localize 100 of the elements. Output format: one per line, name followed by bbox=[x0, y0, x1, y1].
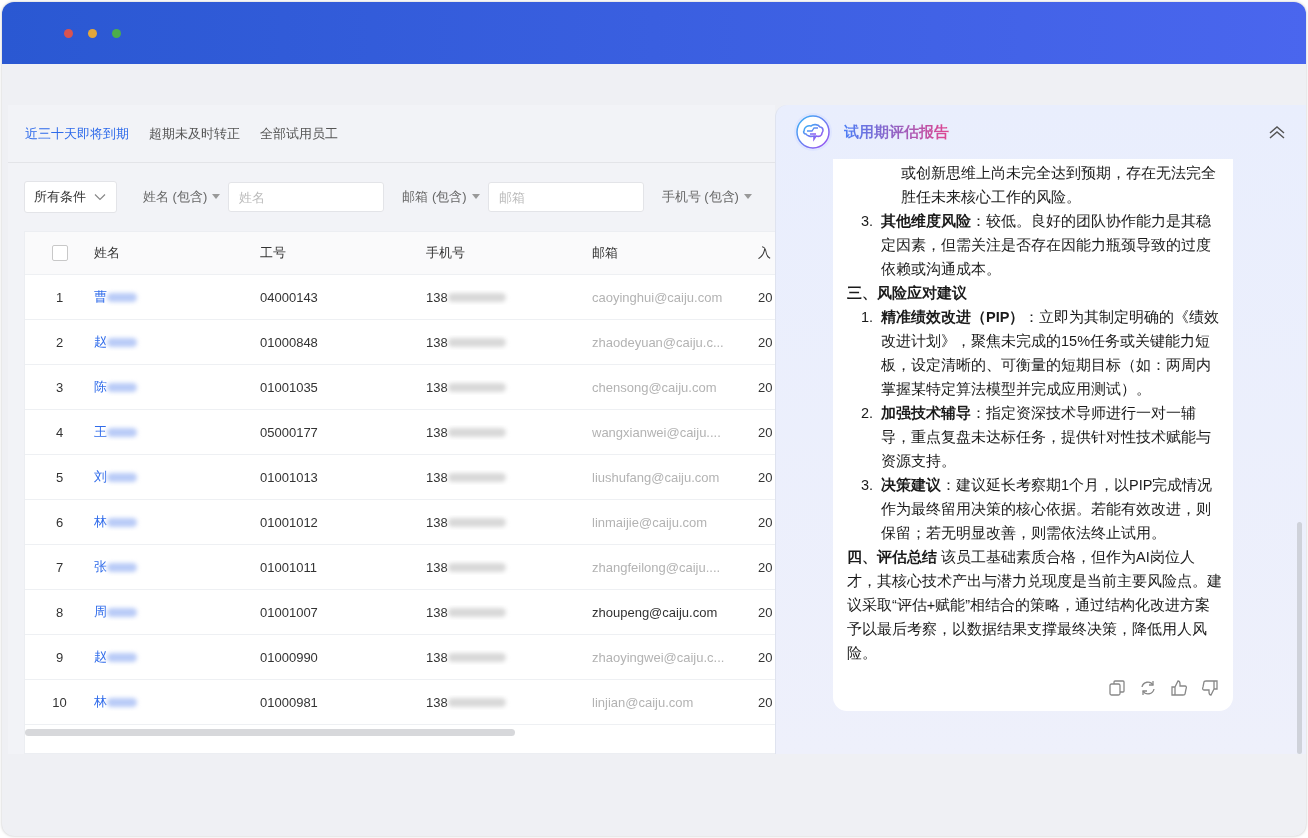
row-number: 7 bbox=[55, 559, 64, 575]
column-header: 姓名 bbox=[94, 244, 120, 262]
copy-icon[interactable] bbox=[1108, 679, 1126, 697]
employee-name-link[interactable]: 赵 bbox=[94, 648, 107, 666]
thumbs-up-icon[interactable] bbox=[1170, 679, 1188, 697]
report-text: 或创新思维上尚未完全达到预期，存在无法完全胜任未来核心工作的风险。 bbox=[901, 164, 1217, 207]
report-list-item: 精准绩效改进（PIP）：立即为其制定明确的《绩效改进计划》，聚焦未完成的15%任务或关键能力短板，设定清晰的、可衡量的短期目标（如：两周内掌握某特定算法模型并完成应用测试）。 bbox=[881, 308, 1221, 399]
list-number: 2. bbox=[859, 404, 873, 423]
table-cell: 138 bbox=[426, 424, 448, 440]
report-list-item: 加强技术辅导：指定资深技术导师进行一对一辅导，重点复盘未达标任务，提供针对性技术赋能与资源支持。 bbox=[881, 404, 1212, 471]
minimize-dot-icon[interactable] bbox=[88, 28, 97, 38]
row-number: 10 bbox=[52, 694, 67, 710]
table-cell: zhangfeilong@caiju.... bbox=[592, 559, 721, 575]
row-number: 4 bbox=[55, 424, 64, 440]
table-cell: 01000990 bbox=[260, 649, 318, 665]
table-cell: linjian@caiju.com bbox=[592, 694, 694, 710]
employee-name-link[interactable]: 刘 bbox=[94, 468, 107, 486]
tab[interactable]: 近三十天即将到期 bbox=[25, 124, 129, 143]
row-number: 6 bbox=[55, 514, 64, 530]
report-list-item: 决策建议：建议延长考察期1个月，以PIP完成情况作为最终留用决策的核心依据。若能有效改进，则保留；若无明显改善，则需依法终止试用。 bbox=[881, 476, 1214, 543]
vertical-scrollbar[interactable] bbox=[1297, 522, 1302, 754]
table-cell: zhaoyingwei@caiju.c... bbox=[592, 649, 725, 665]
table-cell: 138 bbox=[426, 289, 448, 305]
table-cell: 01000848 bbox=[260, 334, 318, 350]
table-cell: 138 bbox=[426, 379, 448, 395]
column-header: 入 bbox=[758, 244, 771, 262]
collapse-icon[interactable] bbox=[1268, 125, 1286, 139]
select-all-checkbox[interactable] bbox=[51, 245, 68, 261]
report-list-item: 其他维度风险：较低。良好的团队协作能力是其稳定因素，但需关注是否存在因能力瓶颈导致的过度依赖或沟通成本。 bbox=[881, 212, 1212, 279]
table-cell: 20 bbox=[758, 559, 773, 575]
table-cell: liushufang@caiju.com bbox=[592, 469, 720, 485]
employee-name-link[interactable]: 曹 bbox=[94, 288, 107, 306]
horizontal-scrollbar[interactable] bbox=[25, 728, 515, 736]
column-header: 手机号 bbox=[426, 244, 465, 262]
filter-operator-select[interactable]: 邮箱 (包含) bbox=[402, 188, 480, 206]
table-cell: 20 bbox=[758, 694, 773, 710]
table-cell: 20 bbox=[758, 379, 773, 395]
table-cell: 20 bbox=[758, 424, 773, 440]
table-cell: 20 bbox=[758, 334, 773, 350]
row-number: 3 bbox=[55, 379, 64, 395]
table-cell: 01001011 bbox=[260, 559, 317, 575]
table-cell: zhoupeng@caiju.com bbox=[592, 604, 718, 620]
table-cell: wangxianwei@caiju.... bbox=[592, 424, 721, 440]
employee-name-link[interactable]: 陈 bbox=[94, 378, 107, 396]
row-number: 1 bbox=[55, 289, 64, 305]
table-cell: chensong@caiju.com bbox=[592, 379, 717, 395]
caret-down-icon bbox=[743, 194, 752, 200]
tab[interactable]: 超期未及时转正 bbox=[149, 124, 240, 143]
list-number: 3. bbox=[859, 212, 873, 231]
thumbs-down-icon[interactable] bbox=[1201, 679, 1219, 697]
column-header: 工号 bbox=[260, 244, 286, 262]
table-cell: 01001012 bbox=[260, 514, 318, 530]
list-number: 1. bbox=[859, 308, 873, 327]
table-cell: linmaijie@caiju.com bbox=[592, 514, 708, 530]
refresh-icon[interactable] bbox=[1139, 679, 1157, 697]
caret-down-icon bbox=[471, 194, 480, 200]
table-cell: 138 bbox=[426, 649, 448, 665]
table-cell: 138 bbox=[426, 604, 448, 620]
report-title: 试用期评估报告 bbox=[844, 122, 949, 142]
table-cell: 138 bbox=[426, 469, 448, 485]
table-cell: 01000981 bbox=[260, 694, 318, 710]
table-cell: 04000143 bbox=[260, 289, 318, 305]
table-cell: 20 bbox=[758, 289, 773, 305]
table-cell: 138 bbox=[426, 334, 448, 350]
table-cell: 138 bbox=[426, 559, 448, 575]
employee-name-link[interactable]: 林 bbox=[94, 693, 107, 711]
chevron-down-icon bbox=[94, 193, 106, 201]
table-cell: 01001007 bbox=[260, 604, 318, 620]
table-cell: 01001013 bbox=[260, 469, 318, 485]
report-paragraph: 四、评估总结 该员工基础素质合格，但作为AI岗位人才，其核心技术产出与潜力兑现度是当前主要风险点。建议采取“评估+赋能”相结合的策略，通过结构化改进方案予以最后考察，以数据结果支撑最终决策，降低用人风险。 bbox=[847, 548, 1223, 663]
employee-name-link[interactable]: 王 bbox=[94, 423, 107, 441]
caret-down-icon bbox=[212, 194, 221, 200]
employee-name-link[interactable]: 张 bbox=[94, 558, 107, 576]
employee-name-link[interactable]: 赵 bbox=[94, 333, 107, 351]
column-header: 邮箱 bbox=[592, 244, 618, 262]
employee-name-link[interactable]: 林 bbox=[94, 513, 107, 531]
table-cell: 138 bbox=[426, 514, 448, 530]
table-cell: 05000177 bbox=[260, 424, 318, 440]
row-number: 2 bbox=[55, 334, 64, 350]
tab[interactable]: 全部试用员工 bbox=[260, 124, 338, 143]
row-number: 8 bbox=[55, 604, 64, 620]
filter-field[interactable]: 邮箱 bbox=[487, 182, 644, 212]
table-cell: zhaodeyuan@caiju.c... bbox=[592, 334, 724, 350]
table-cell: 20 bbox=[758, 469, 773, 485]
row-number: 5 bbox=[55, 469, 64, 485]
filter-operator-select[interactable]: 手机号 (包含) bbox=[661, 188, 752, 206]
filter-operator-select[interactable]: 姓名 (包含) bbox=[143, 188, 221, 206]
table-cell: 138 bbox=[426, 694, 448, 710]
row-number: 9 bbox=[55, 649, 64, 665]
close-dot-icon[interactable] bbox=[64, 28, 73, 38]
brain-logo-icon bbox=[793, 112, 833, 152]
list-number: 3. bbox=[859, 476, 873, 495]
table-cell: caoyinghui@caiju.com bbox=[592, 289, 723, 305]
employee-name-link[interactable]: 周 bbox=[94, 603, 107, 621]
table-cell: 20 bbox=[758, 514, 773, 530]
maximize-dot-icon[interactable] bbox=[112, 28, 121, 38]
table-cell: 20 bbox=[758, 649, 773, 665]
filter-field[interactable]: 姓名 bbox=[228, 182, 385, 212]
table-cell: 01001035 bbox=[260, 379, 318, 395]
condition-select[interactable]: 所有条件 bbox=[24, 181, 117, 213]
